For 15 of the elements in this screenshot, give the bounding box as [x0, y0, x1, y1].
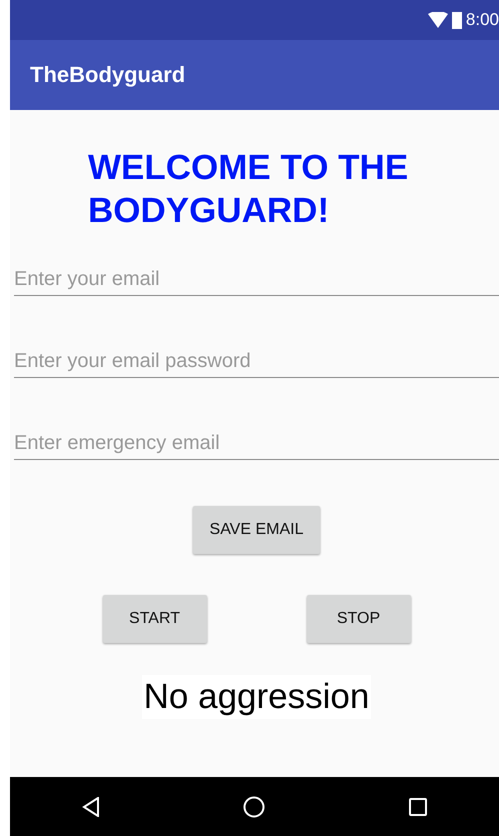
clock-time: 8:00 [466, 10, 499, 30]
home-icon[interactable] [243, 796, 266, 818]
back-icon[interactable] [82, 796, 100, 816]
welcome-heading: WELCOME TO THE BODYGUARD! [88, 147, 410, 232]
input-field[interactable]: Enter emergency email [14, 424, 499, 460]
app-title: TheBodyguard [30, 62, 186, 88]
input-field[interactable]: Enter your email [14, 260, 499, 296]
control-button[interactable]: STOP [306, 595, 410, 643]
aggression-status: No aggression [142, 675, 372, 719]
wifi-icon [428, 12, 448, 28]
control-button[interactable]: START [102, 595, 206, 643]
recents-icon[interactable] [409, 798, 428, 816]
battery-icon [452, 11, 462, 29]
input-field[interactable]: Enter your email password [14, 342, 499, 378]
save-email-button[interactable]: SAVE EMAIL [193, 506, 320, 554]
